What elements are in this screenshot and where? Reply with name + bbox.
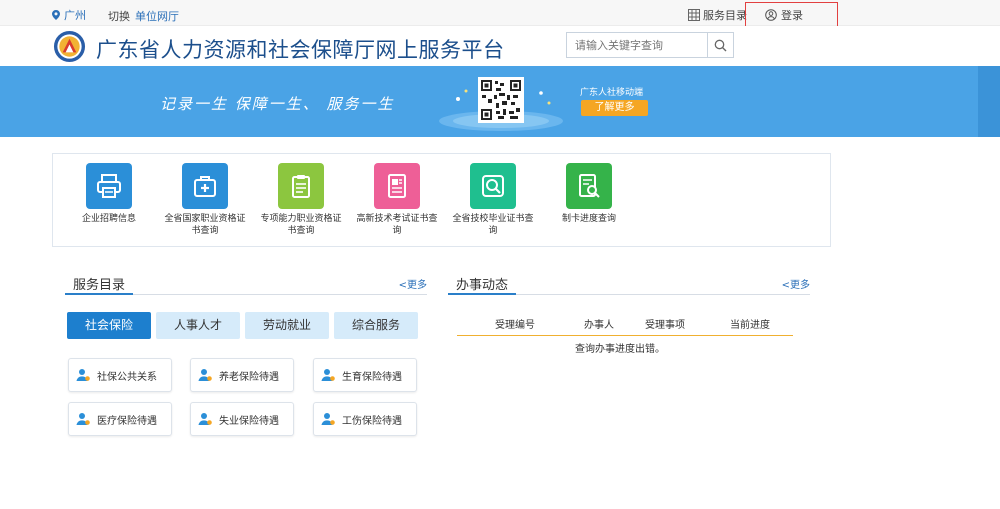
user-circle-icon [765, 9, 777, 21]
tab-general-services[interactable]: 综合服务 [334, 312, 418, 339]
user-icon [198, 413, 212, 425]
quick-link-technical-school[interactable]: 全省技校毕业证书查询 [443, 163, 543, 237]
quick-link-label: 制卡进度查询 [561, 214, 616, 224]
user-icon [321, 369, 335, 381]
service-item-label: 失业保险待遇 [219, 415, 279, 427]
learn-more-button[interactable]: 了解更多 [581, 100, 648, 116]
service-item-label: 养老保险待遇 [219, 371, 279, 383]
user-icon [76, 413, 90, 425]
service-catalog-header: 服务目录 <更多 [65, 271, 427, 295]
location-pin-icon [52, 10, 60, 20]
banner-edge [978, 66, 1000, 137]
search-icon [714, 39, 727, 51]
column-header: 办事人 [584, 320, 614, 331]
column-header: 当前进度 [730, 320, 770, 331]
site-header: 广东省人力资源和社会保障厅网上服务平台 [0, 26, 1000, 66]
quick-link-label: 企业招聘信息 [81, 214, 136, 224]
switch-city-link[interactable]: 切换 [108, 8, 130, 24]
quick-link-label: 高新技术考试证书查询 [356, 214, 438, 236]
quick-link-recruitment[interactable]: 企业招聘信息 [59, 163, 159, 225]
service-directory-label: 服务目录 [703, 9, 747, 22]
service-item[interactable]: 失业保险待遇 [190, 402, 294, 436]
quick-link-label: 专项能力职业资格证书查询 [260, 214, 342, 236]
login-link[interactable]: 登录 [765, 7, 803, 23]
service-item-label: 社保公共关系 [97, 371, 157, 383]
affairs-title: 办事动态 [448, 274, 517, 295]
grid-icon [688, 9, 700, 21]
service-item[interactable]: 工伤保险待遇 [313, 402, 417, 436]
quick-link-national-cert[interactable]: 全省国家职业资格证书查询 [155, 163, 255, 237]
document-search-icon [566, 163, 612, 209]
qr-code-illustration [439, 77, 563, 131]
banner-slogan: 记录一生 保障一生、 服务一生 [160, 95, 395, 113]
service-item[interactable]: 生育保险待遇 [313, 358, 417, 392]
id-card-icon [374, 163, 420, 209]
quick-links-panel: 企业招聘信息 全省国家职业资格证书查询 专项能力职业资格证书查询 高新技术考试证… [52, 153, 831, 247]
service-catalog-more-link[interactable]: <更多 [399, 276, 427, 291]
clipboard-icon [278, 163, 324, 209]
service-directory-link[interactable]: 服务目录 [688, 7, 747, 23]
column-header: 受理事项 [645, 320, 685, 331]
medical-kit-icon [182, 163, 228, 209]
user-icon [198, 369, 212, 381]
unit-hall-link[interactable]: 单位网厅 [135, 8, 179, 24]
mobile-app-text: 广东人社移动端 [580, 88, 644, 98]
user-icon [76, 369, 90, 381]
top-bar: 广州 切换 单位网厅 服务目录 登录 [0, 0, 1000, 38]
service-item[interactable]: 医疗保险待遇 [68, 402, 172, 436]
service-item-label: 生育保险待遇 [342, 371, 402, 383]
service-item[interactable]: 社保公共关系 [68, 358, 172, 392]
service-item-label: 工伤保险待遇 [342, 415, 402, 427]
search-input[interactable] [567, 33, 707, 57]
tab-personnel[interactable]: 人事人才 [156, 312, 240, 339]
quick-link-tech-exam[interactable]: 高新技术考试证书查询 [347, 163, 447, 237]
service-catalog-title: 服务目录 [65, 274, 134, 295]
affairs-error-message: 查询办事进度出错。 [575, 344, 665, 355]
login-label: 登录 [781, 9, 803, 22]
affairs-table-header: 受理编号 办事人 受理事项 当前进度 [457, 309, 793, 336]
location[interactable]: 广州 [52, 7, 86, 23]
affairs-header: 办事动态 <更多 [448, 271, 810, 295]
quick-link-label: 全省技校毕业证书查询 [452, 214, 534, 236]
quick-link-special-cert[interactable]: 专项能力职业资格证书查询 [251, 163, 351, 237]
printer-icon [86, 163, 132, 209]
search-box [566, 32, 734, 58]
site-logo-icon [53, 30, 86, 63]
column-header: 受理编号 [495, 320, 535, 331]
quick-link-card-progress[interactable]: 制卡进度查询 [539, 163, 639, 225]
service-item[interactable]: 养老保险待遇 [190, 358, 294, 392]
city-label: 广州 [64, 9, 86, 22]
quick-link-label: 全省国家职业资格证书查询 [164, 214, 246, 236]
service-item-label: 医疗保险待遇 [97, 415, 157, 427]
magnifier-icon [470, 163, 516, 209]
promo-banner[interactable]: 记录一生 保障一生、 服务一生 广东人社移动端 了解更多 [0, 66, 1000, 137]
tab-social-insurance[interactable]: 社会保险 [67, 312, 151, 339]
tab-labor-employment[interactable]: 劳动就业 [245, 312, 329, 339]
search-button[interactable] [707, 33, 733, 57]
site-title: 广东省人力资源和社会保障厅网上服务平台 [96, 38, 505, 62]
user-icon [321, 413, 335, 425]
affairs-more-link[interactable]: <更多 [782, 276, 810, 291]
